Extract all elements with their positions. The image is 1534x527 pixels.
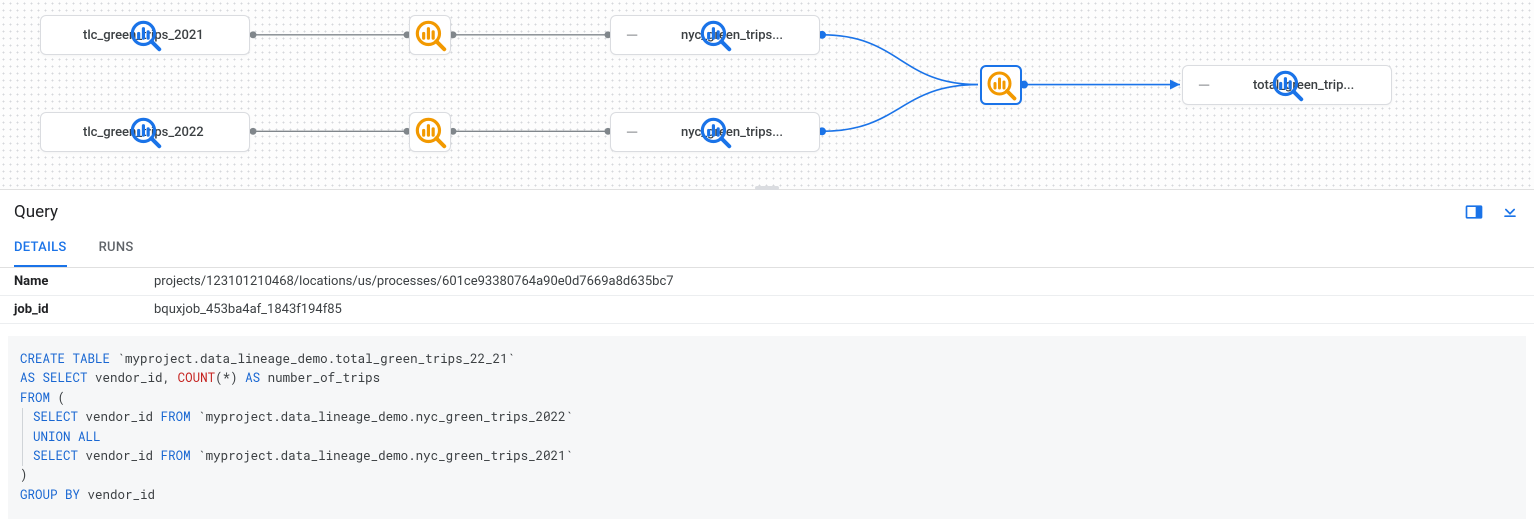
node-process-1[interactable] (409, 15, 451, 55)
sql-code: CREATE TABLE `myproject.data_lineage_dem… (8, 336, 1526, 519)
bigquery-process-icon (991, 75, 1011, 95)
panel-title: Query (14, 202, 58, 222)
bigquery-icon (1223, 75, 1243, 95)
collapse-down-icon[interactable] (1500, 202, 1520, 222)
node-label: tlc_green_trips_2021 (83, 28, 204, 43)
minus-icon: — (623, 26, 641, 44)
row-key: job_id (14, 302, 154, 317)
node-source-2[interactable]: tlc_green_trips_2022 (40, 112, 250, 152)
bigquery-process-icon (420, 25, 440, 45)
bigquery-process-icon (420, 122, 440, 142)
minus-icon: — (1195, 76, 1213, 94)
table-row: job_id bquxjob_453ba4af_1843f194f85 (0, 296, 1534, 324)
tabs: DETAILS RUNS (0, 230, 1534, 268)
bigquery-icon (53, 122, 73, 142)
bigquery-icon (53, 25, 73, 45)
node-label: total_green_trip... (1253, 78, 1354, 93)
side-panel-icon[interactable] (1464, 202, 1484, 222)
node-source-1[interactable]: tlc_green_trips_2021 (40, 15, 250, 55)
row-key: Name (14, 274, 154, 289)
node-label: nyc_green_trips... (681, 125, 783, 140)
node-label: tlc_green_trips_2022 (83, 125, 204, 140)
node-process-selected[interactable] (980, 65, 1022, 105)
row-val: projects/123101210468/locations/us/proce… (154, 274, 674, 289)
query-panel: Query DETAILS RUNS Name projects/1231012… (0, 190, 1534, 519)
bigquery-icon (651, 122, 671, 142)
lineage-diagram[interactable]: tlc_green_trips_2021 — nyc_green_trips..… (0, 0, 1534, 190)
minus-icon: — (623, 123, 641, 141)
node-process-2[interactable] (409, 112, 451, 152)
tab-runs[interactable]: RUNS (99, 230, 134, 267)
bigquery-icon (651, 25, 671, 45)
table-row: Name projects/123101210468/locations/us/… (0, 268, 1534, 296)
row-val: bquxjob_453ba4af_1843f194f85 (154, 302, 342, 317)
node-label: nyc_green_trips... (681, 28, 783, 43)
node-intermediate-2[interactable]: — nyc_green_trips... (610, 112, 820, 152)
node-intermediate-1[interactable]: — nyc_green_trips... (610, 15, 820, 55)
details-table: Name projects/123101210468/locations/us/… (0, 268, 1534, 324)
panel-resize-handle[interactable] (755, 186, 779, 190)
tab-details[interactable]: DETAILS (14, 230, 67, 267)
node-target[interactable]: — total_green_trip... (1182, 65, 1392, 105)
